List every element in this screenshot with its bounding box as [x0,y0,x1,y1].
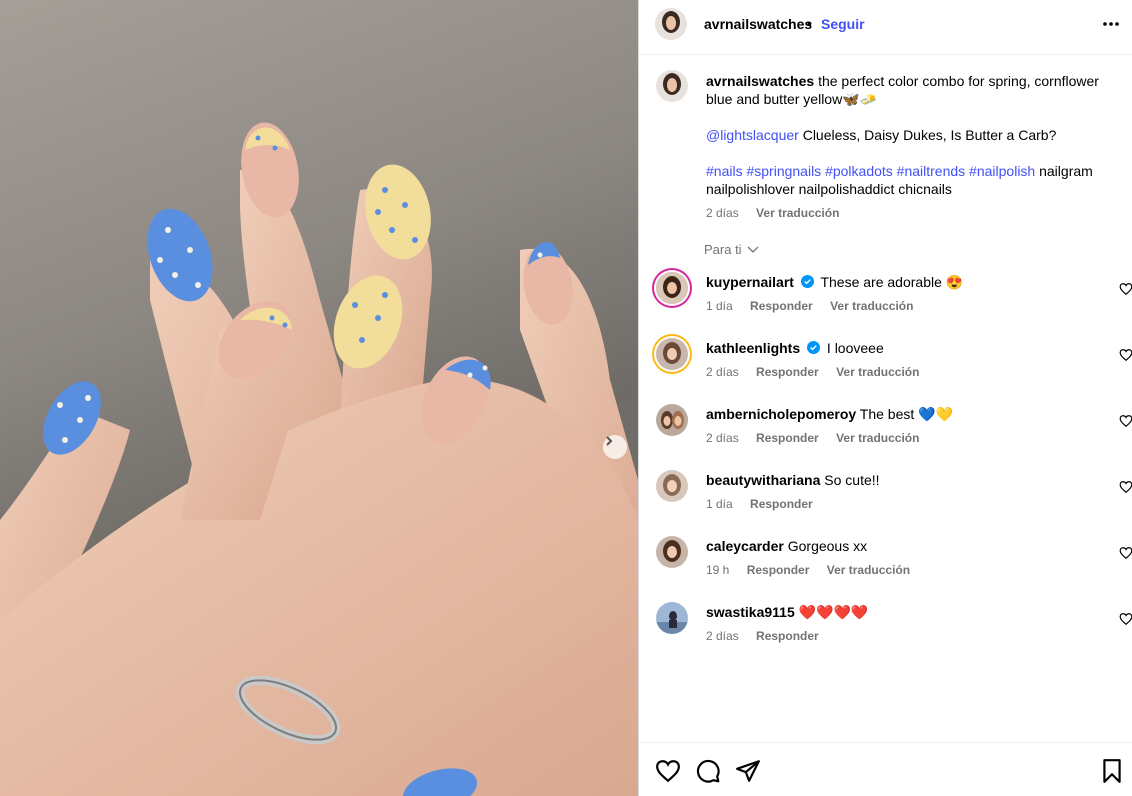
reply-button[interactable]: Responder [747,563,810,577]
more-options-icon[interactable] [1101,14,1121,34]
comment-meta: 1 día Responder Ver traducción [706,299,927,313]
commenter-username[interactable]: kathleenlights [706,340,800,356]
like-heart-icon[interactable] [655,758,681,784]
caption-translate-link[interactable]: Ver traducción [756,206,839,220]
reply-button[interactable]: Responder [750,497,813,511]
comment-meta: 1 día Responder [706,497,827,511]
heart-icon[interactable] [1119,612,1132,626]
commenter-avatar[interactable] [656,470,688,502]
heart-icon[interactable] [1119,348,1132,362]
comment-text: ❤️❤️❤️❤️ [798,604,869,620]
translate-link[interactable]: Ver traducción [827,563,910,577]
post-action-bar [639,742,1132,796]
follow-button[interactable]: Seguir [821,16,865,32]
comment-time: 1 día [706,299,733,313]
reply-button[interactable]: Responder [756,365,819,379]
comment-text: So cute!! [824,472,880,488]
comment-meta: 2 días Responder Ver traducción [706,365,933,379]
chevron-right-icon [606,436,613,446]
mention-link[interactable]: @lightslacquer [706,127,799,143]
bookmark-icon[interactable] [1099,758,1125,784]
comment-time: 1 día [706,497,733,511]
comment-line: kuypernailart These are adorable 😍 [706,274,963,291]
caption-avatar[interactable] [656,70,688,102]
separator-dot: • [807,15,812,31]
commenter-username[interactable]: ambernicholepomeroy [706,406,856,422]
comment-item: kuypernailart These are adorable 😍 1 día… [656,272,1132,313]
author-username[interactable]: avrnailswatches [704,16,812,32]
comment-line: ambernicholepomeroy The best 💙💛 [706,406,953,423]
comment-time: 2 días [706,365,739,379]
post-details-panel: avrnailswatches • Seguir avrnailswatches… [638,0,1132,796]
caption-meta: 2 días Ver traducción [706,204,1106,222]
commenter-avatar[interactable] [656,536,688,568]
comment-item: kathleenlights I looveee 2 días Responde… [656,338,1132,379]
commenter-avatar[interactable] [656,272,688,304]
translate-link[interactable]: Ver traducción [836,365,919,379]
verified-badge-icon [800,275,814,288]
reply-button[interactable]: Responder [756,629,819,643]
comment-text: The best 💙💛 [859,406,954,422]
comment-line: swastika9115 ❤️❤️❤️❤️ [706,604,868,621]
comment-time: 2 días [706,431,739,445]
comment-text: I looveee [826,340,884,356]
comment-item: swastika9115 ❤️❤️❤️❤️ 2 días Responder [656,602,1132,643]
comment-meta: 2 días Responder [706,629,833,643]
nail-photo [0,122,638,796]
comment-text: These are adorable 😍 [820,274,964,290]
heart-icon[interactable] [1119,414,1132,428]
verified-badge-icon [807,341,821,354]
next-image-button[interactable] [603,435,627,459]
heart-icon[interactable] [1119,546,1132,560]
comment-item: beautywithariana So cute!! 1 día Respond… [656,470,1132,511]
chevron-down-icon [747,246,759,253]
hashtag-links[interactable]: #nails #springnails #polkadots #nailtren… [706,163,1035,179]
comment-line: kathleenlights I looveee [706,340,884,356]
reply-button[interactable]: Responder [756,431,819,445]
comment-meta: 2 días Responder Ver traducción [706,431,933,445]
comment-line: caleycarder Gorgeous xx [706,538,867,554]
translate-link[interactable]: Ver traducción [836,431,919,445]
comment-meta: 19 h Responder Ver traducción [706,563,924,577]
comment-line: beautywithariana So cute!! [706,472,880,488]
para-ti-label: Para ti [704,242,742,257]
post-header: avrnailswatches • Seguir [639,0,1132,55]
commenter-username[interactable]: beautywithariana [706,472,820,488]
reply-button[interactable]: Responder [750,299,813,313]
heart-icon[interactable] [1119,282,1132,296]
caption-username[interactable]: avrnailswatches [706,73,814,89]
commenter-username[interactable]: swastika9115 [706,604,795,620]
caption-time: 2 días [706,206,739,220]
caption-text-block: avrnailswatches the perfect color combo … [706,72,1106,222]
commenter-avatar[interactable] [656,338,688,370]
commenter-username[interactable]: caleycarder [706,538,784,554]
commenter-avatar[interactable] [656,602,688,634]
heart-icon[interactable] [1119,480,1132,494]
comment-time: 19 h [706,563,730,577]
commenter-username[interactable]: kuypernailart [706,274,794,290]
translate-link[interactable]: Ver traducción [830,299,913,313]
share-send-icon[interactable] [735,758,761,784]
comment-item: caleycarder Gorgeous xx 19 h Responder V… [656,536,1132,577]
mention-text: Clueless, Daisy Dukes, Is Butter a Carb? [802,127,1057,143]
post-image[interactable] [0,0,638,796]
para-ti-dropdown[interactable]: Para ti [704,242,759,257]
comment-bubble-icon[interactable] [695,758,721,784]
comment-time: 2 días [706,629,739,643]
comment-text: Gorgeous xx [787,538,868,554]
author-avatar[interactable] [655,8,687,40]
comment-item: ambernicholepomeroy The best 💙💛 2 días R… [656,404,1132,445]
commenter-avatar[interactable] [656,404,688,436]
